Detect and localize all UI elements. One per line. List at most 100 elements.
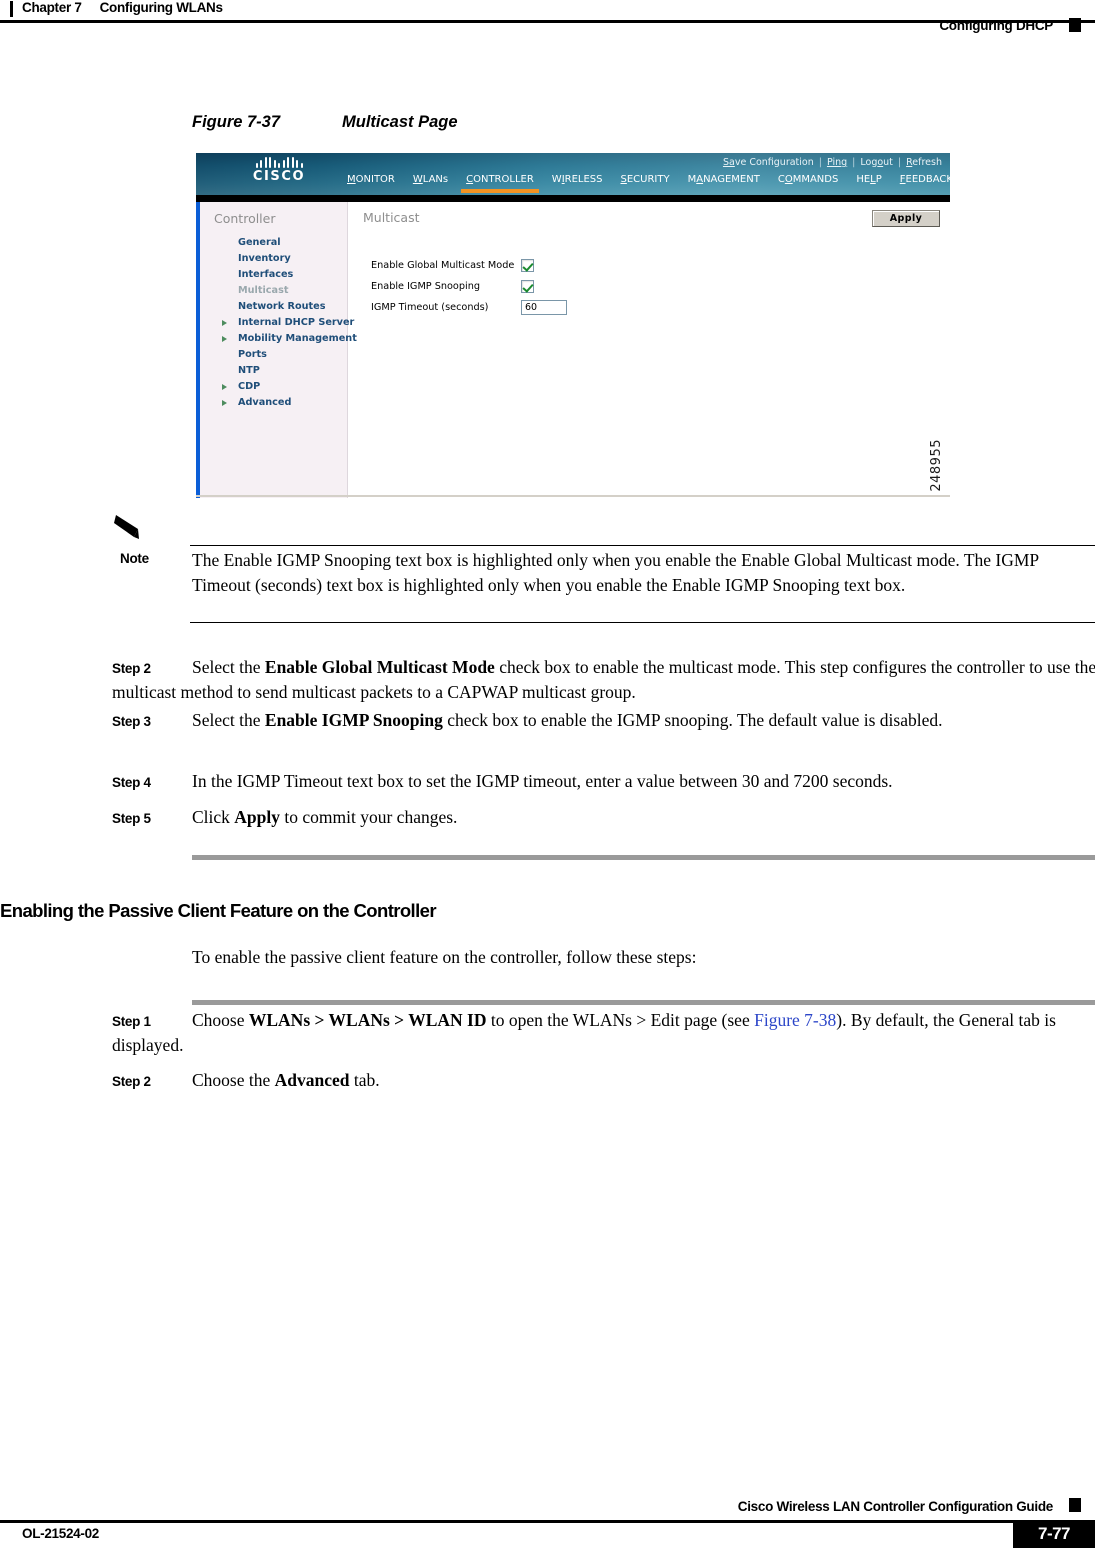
nav-commands[interactable]: COMMANDS bbox=[769, 174, 847, 194]
page-running-header: Chapter 7 Configuring WLANs Configuring D… bbox=[0, 0, 1095, 46]
enable-global-multicast-checkbox[interactable] bbox=[521, 259, 534, 272]
section-heading: Enabling the Passive Client Feature on t… bbox=[0, 900, 437, 921]
wlc-main-nav: MONITOR WLANs CONTROLLER WIRELESS SECURI… bbox=[338, 174, 962, 194]
sidebar-item-internal-dhcp-server[interactable]: Internal DHCP Server bbox=[200, 314, 354, 330]
expand-triangle-icon bbox=[222, 336, 227, 342]
sidebar-item-label: NTP bbox=[238, 364, 260, 376]
step-body: In the IGMP Timeout text box to set the … bbox=[192, 771, 893, 791]
note-bottom-rule bbox=[190, 622, 1095, 623]
step-5-multicast: Step 5 Click Apply to commit your change… bbox=[112, 805, 1095, 830]
igmp-snooping-label: Enable IGMP Snooping bbox=[371, 281, 480, 292]
ping-link[interactable]: Ping bbox=[827, 157, 847, 168]
wlc-body: Controller General Inventory Interfaces … bbox=[196, 202, 950, 498]
refresh-link[interactable]: Refresh bbox=[906, 157, 942, 168]
sidebar-item-advanced[interactable]: Advanced bbox=[200, 394, 347, 410]
step-body: Click Apply to commit your changes. bbox=[192, 807, 458, 827]
note-text: The Enable IGMP Snooping text box is hig… bbox=[192, 550, 1039, 595]
sidebar-item-multicast[interactable]: Multicast bbox=[200, 282, 347, 298]
sidebar-item-mobility-management[interactable]: Mobility Management bbox=[200, 330, 357, 346]
wlc-utility-links: Save Configuration | Ping | Logout | Refresh bbox=[722, 157, 942, 168]
sidebar-item-interfaces[interactable]: Interfaces bbox=[200, 266, 347, 282]
sidebar-item-label: CDP bbox=[238, 380, 261, 392]
sidebar-item-label: Advanced bbox=[238, 396, 292, 408]
form-row-global-multicast: Enable Global Multicast Mode bbox=[371, 255, 567, 276]
cisco-wordmark: CISCO bbox=[252, 169, 306, 184]
nav-management[interactable]: MANAGEMENT bbox=[679, 174, 769, 194]
multicast-form: Enable Global Multicast Mode Enable IGMP… bbox=[371, 255, 567, 318]
sidebar-list: General Inventory Interfaces Multicast N… bbox=[200, 234, 357, 410]
step-label: Step 2 bbox=[112, 1074, 151, 1089]
step-body: Select the Enable Global Multicast Mode … bbox=[112, 657, 1095, 702]
footer-horizontal-rule bbox=[0, 1520, 1052, 1523]
header-horizontal-rule bbox=[0, 20, 1095, 23]
cisco-bridge-icon bbox=[234, 157, 324, 168]
form-row-igmp-snooping: Enable IGMP Snooping bbox=[371, 276, 567, 297]
footer-corner-marker bbox=[1069, 1498, 1081, 1512]
sidebar-title: Controller bbox=[214, 211, 276, 226]
step-2-passive: Step 2 Choose the Advanced tab. bbox=[112, 1068, 1095, 1093]
header-left-rule bbox=[10, 1, 13, 17]
step-4-multicast: Step 4 In the IGMP Timeout text box to s… bbox=[112, 769, 1095, 794]
sidebar-item-label: Multicast bbox=[238, 284, 289, 296]
sidebar-item-cdp[interactable]: CDP bbox=[200, 378, 347, 394]
figure-caption: Figure 7-37 Multicast Page bbox=[192, 113, 458, 132]
nav-feedback[interactable]: FEEDBACK bbox=[891, 174, 962, 194]
form-row-igmp-timeout: IGMP Timeout (seconds) 60 bbox=[371, 297, 567, 318]
step-label: Step 1 bbox=[112, 1014, 151, 1029]
footer-page-number: 7-77 bbox=[1013, 1520, 1095, 1548]
step-body: Select the Enable IGMP Snooping check bo… bbox=[192, 710, 943, 730]
wlc-main-panel: Multicast Apply Enable Global Multicast … bbox=[349, 202, 950, 498]
sidebar-item-network-routes[interactable]: Network Routes bbox=[200, 298, 347, 314]
nav-wlans[interactable]: WLANs bbox=[404, 174, 457, 194]
cross-reference-link[interactable]: Figure 7-38 bbox=[754, 1010, 836, 1030]
figure-title: Multicast Page bbox=[342, 113, 458, 131]
igmp-timeout-input[interactable]: 60 bbox=[521, 300, 567, 315]
step-body: Choose WLANs > WLANs > WLAN ID to open t… bbox=[112, 1010, 1056, 1055]
sidebar-item-ntp[interactable]: NTP bbox=[200, 362, 347, 378]
sidebar-item-label: Inventory bbox=[238, 252, 291, 264]
step-label: Step 4 bbox=[112, 775, 151, 790]
wlc-divider-bar bbox=[196, 195, 950, 202]
note-label: Note bbox=[120, 551, 149, 566]
sidebar-item-ports[interactable]: Ports bbox=[200, 346, 347, 362]
sidebar-item-label: Mobility Management bbox=[238, 332, 357, 344]
section-intro-text: To enable the passive client feature on … bbox=[192, 947, 697, 967]
logout-link[interactable]: Logout bbox=[860, 157, 893, 168]
breadcrumb: Chapter 7 Configuring WLANs bbox=[22, 0, 223, 15]
figure-screenshot: CISCO Save Configuration | Ping | Logout | Ref… bbox=[196, 153, 953, 498]
sidebar-item-inventory[interactable]: Inventory bbox=[200, 250, 347, 266]
pencil-icon bbox=[113, 515, 139, 539]
header-section-title: Configuring DHCP bbox=[939, 18, 1053, 33]
breadcrumb-chapter-number: Chapter 7 bbox=[22, 0, 82, 15]
figure-number: Figure 7-37 bbox=[192, 113, 281, 131]
sidebar-item-label: Interfaces bbox=[238, 268, 294, 280]
header-corner-marker bbox=[1069, 18, 1081, 32]
figure-bottom-rule bbox=[196, 495, 950, 497]
nav-wireless[interactable]: WIRELESS bbox=[543, 174, 612, 194]
sidebar-item-general[interactable]: General bbox=[200, 234, 347, 250]
expand-triangle-icon bbox=[222, 400, 227, 406]
step-body: Choose the Advanced tab. bbox=[192, 1070, 380, 1090]
step-label: Step 3 bbox=[112, 714, 151, 729]
footer-guide-title: Cisco Wireless LAN Controller Configurat… bbox=[737, 1499, 1054, 1514]
apply-button[interactable]: Apply bbox=[872, 210, 940, 227]
sidebar-item-label: Network Routes bbox=[238, 300, 326, 312]
steps-start-rule bbox=[192, 1000, 1095, 1005]
save-configuration-link[interactable]: Save Configuration bbox=[723, 157, 814, 168]
step-label: Step 5 bbox=[112, 811, 151, 826]
nav-security[interactable]: SECURITY bbox=[612, 174, 679, 194]
page-title: Multicast bbox=[363, 210, 420, 225]
global-multicast-label: Enable Global Multicast Mode bbox=[371, 260, 515, 271]
step-label: Step 2 bbox=[112, 661, 151, 676]
sidebar-item-label: General bbox=[238, 236, 281, 248]
breadcrumb-chapter-title: Configuring WLANs bbox=[99, 0, 223, 15]
step-2-multicast: Step 2 Select the Enable Global Multicas… bbox=[112, 655, 1095, 705]
sidebar-item-label: Internal DHCP Server bbox=[238, 316, 355, 328]
wlc-sidebar: Controller General Inventory Interfaces … bbox=[196, 202, 357, 498]
nav-controller[interactable]: CONTROLLER bbox=[457, 174, 543, 194]
nav-monitor[interactable]: MONITOR bbox=[338, 174, 404, 194]
enable-igmp-snooping-checkbox[interactable] bbox=[521, 280, 534, 293]
nav-help[interactable]: HELP bbox=[847, 174, 890, 194]
sidebar-item-label: Ports bbox=[238, 348, 267, 360]
expand-triangle-icon bbox=[222, 384, 227, 390]
